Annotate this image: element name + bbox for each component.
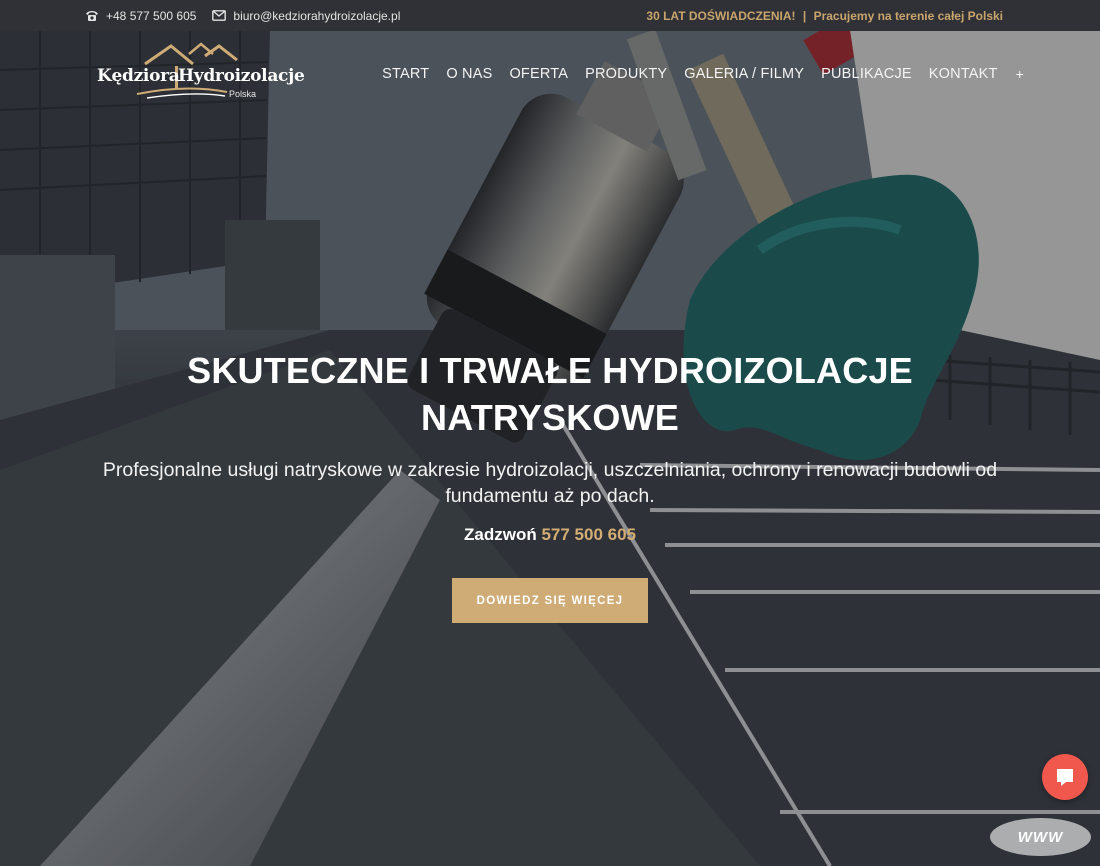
top-bar: +48 577 500 605 biuro@kedziorahydroizola… [0,0,1100,31]
nav-item-kontakt[interactable]: KONTAKT [929,66,998,82]
nav-item-galeria[interactable]: GALERIA / FILMY [684,66,804,82]
nav-item-produkty[interactable]: PRODUKTY [585,66,667,82]
logo-text-right: Hydroizolacje [178,66,305,86]
tagline-strong: 30 LAT DOŚWIADCZENIA! [646,9,796,23]
phone-icon [85,10,99,22]
phone-number: +48 577 500 605 [106,9,197,23]
site-logo[interactable]: Kędziora Hydroizolacje Polska [97,42,305,102]
nav-item-publikacje[interactable]: PUBLIKACJE [821,66,912,82]
hero-title-line1: SKUTECZNE I TRWAŁE HYDROIZOLACJE [187,350,913,391]
learn-more-button[interactable]: DOWIEDZ SIĘ WIĘCEJ [452,578,648,623]
logo-text-left: Kędziora [97,66,180,86]
top-contact: +48 577 500 605 biuro@kedziorahydroizola… [85,9,416,23]
www-badge[interactable]: WWW [990,818,1091,856]
email-address: biuro@kedziorahydroizolacje.pl [233,9,401,23]
chat-button[interactable] [1042,754,1088,800]
nav-item-o-nas[interactable]: O NAS [446,66,492,82]
hero-subtitle: Profesjonalne usługi natryskowe w zakres… [102,459,998,507]
tagline-separator: | [802,9,807,23]
chat-icon [1057,769,1073,786]
phone-link[interactable]: +48 577 500 605 [85,9,196,23]
envelope-icon [212,10,227,22]
call-label: Zadzwoń [464,525,537,544]
main-nav: START O NAS OFERTA PRODUKTY GALERIA / FI… [365,66,1024,82]
top-tagline: 30 LAT DOŚWIADCZENIA! | Pracujemy na ter… [646,9,1003,23]
hero-title-line2: NATRYSKOWE [421,397,679,438]
hero-title: SKUTECZNE I TRWAŁE HYDROIZOLACJE NATRYSK… [120,347,980,441]
logo-subtitle: Polska [229,89,257,99]
nav-more-button[interactable]: + [1016,66,1024,82]
nav-item-oferta[interactable]: OFERTA [509,66,568,82]
call-number-link[interactable]: 577 500 605 [541,525,636,544]
hero-call: Zadzwoń 577 500 605 [0,525,1100,545]
tagline-rest: Pracujemy na terenie całej Polski [813,9,1003,23]
email-link[interactable]: biuro@kedziorahydroizolacje.pl [212,9,400,23]
nav-item-start[interactable]: START [382,66,429,82]
